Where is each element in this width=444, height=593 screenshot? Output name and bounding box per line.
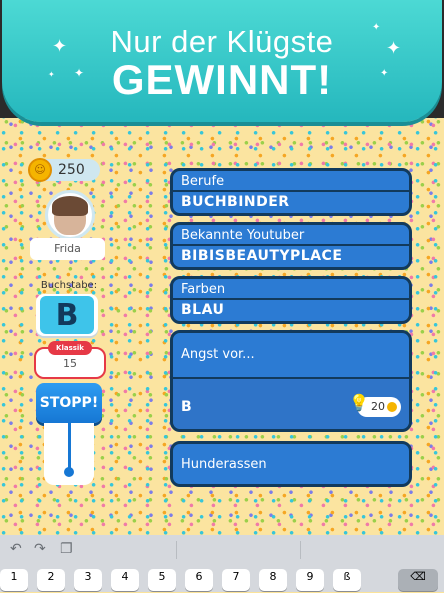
key[interactable]: 2 [37, 569, 65, 591]
score-value: 250 [58, 162, 85, 178]
toolbar-separator [176, 541, 177, 559]
key[interactable]: 9 [296, 569, 324, 591]
card-divider [173, 298, 409, 300]
active-answer-card[interactable]: Angst vor... B 💡 20 [170, 330, 412, 432]
avatar-hair [52, 196, 88, 216]
letter-value: B [55, 298, 79, 333]
hint-button[interactable]: 💡 20 [349, 393, 401, 417]
mode-badge: Klassik [48, 341, 92, 355]
card-category: Farben [181, 282, 226, 297]
card-input-area[interactable]: B 💡 20 [173, 379, 409, 429]
letter-tile: B [40, 296, 94, 334]
card-category: Berufe [181, 174, 225, 189]
card-divider [173, 190, 409, 192]
avatar[interactable] [45, 190, 95, 240]
keyboard-toolbar: ↶ ↷ ❐ [0, 535, 444, 565]
backspace-key[interactable]: ⌫ [398, 569, 438, 591]
key[interactable]: 7 [222, 569, 250, 591]
player-name: Frida [30, 238, 105, 260]
answer-card[interactable]: Hunderassen [170, 441, 412, 487]
key[interactable]: 5 [148, 569, 176, 591]
card-answer: BLAU [181, 302, 225, 318]
card-category: Bekannte Youtuber [181, 228, 305, 243]
redo-icon[interactable]: ↷ [34, 541, 46, 557]
lightbulb-icon: 💡 [349, 393, 369, 412]
mode-count: 15 [63, 357, 77, 370]
card-category: Angst vor... [181, 347, 255, 362]
header-title: Nur der Klügste [110, 24, 334, 59]
header-subtitle: GEWINNT! [111, 56, 333, 103]
timer-dot [64, 467, 74, 477]
key[interactable]: 6 [185, 569, 213, 591]
promo-header: ✦ ✦ ✦ ✦ ✦ ✦ Nur der Klügste GEWINNT! [2, 0, 442, 122]
score-pill: ☺ 250 [28, 158, 100, 182]
letter-display: B [36, 294, 98, 336]
coin-icon [387, 402, 397, 412]
keyboard-row: 1 2 3 4 5 6 7 8 9 ß ⌫ [0, 569, 444, 593]
letter-label: Buchstabe: [40, 280, 98, 291]
key[interactable]: 4 [111, 569, 139, 591]
answer-card[interactable]: Berufe BUCHBINDER [170, 168, 412, 216]
coin-icon: ☺ [28, 158, 52, 182]
key[interactable]: 3 [74, 569, 102, 591]
toolbar-separator [300, 541, 301, 559]
clipboard-icon[interactable]: ❐ [60, 541, 73, 557]
card-answer: BUCHBINDER [181, 194, 290, 210]
timer [44, 423, 94, 485]
card-divider [173, 244, 409, 246]
card-answer: BIBISBEAUTYPLACE [181, 248, 343, 264]
key[interactable]: 8 [259, 569, 287, 591]
stop-button[interactable]: STOPP! [36, 383, 102, 423]
undo-icon[interactable]: ↶ [10, 541, 22, 557]
mode-box: Klassik 15 [34, 341, 106, 379]
hint-cost: 20 [371, 400, 385, 413]
answer-card[interactable]: Bekannte Youtuber BIBISBEAUTYPLACE [170, 222, 412, 270]
on-screen-keyboard: ↶ ↷ ❐ 1 2 3 4 5 6 7 8 9 ß ⌫ [0, 535, 444, 592]
answer-card[interactable]: Farben BLAU [170, 276, 412, 324]
key[interactable]: 1 [0, 569, 28, 591]
card-answer-input[interactable]: B [181, 399, 192, 415]
key[interactable]: ß [333, 569, 361, 591]
timer-hand [68, 423, 71, 471]
card-category: Hunderassen [181, 457, 267, 472]
